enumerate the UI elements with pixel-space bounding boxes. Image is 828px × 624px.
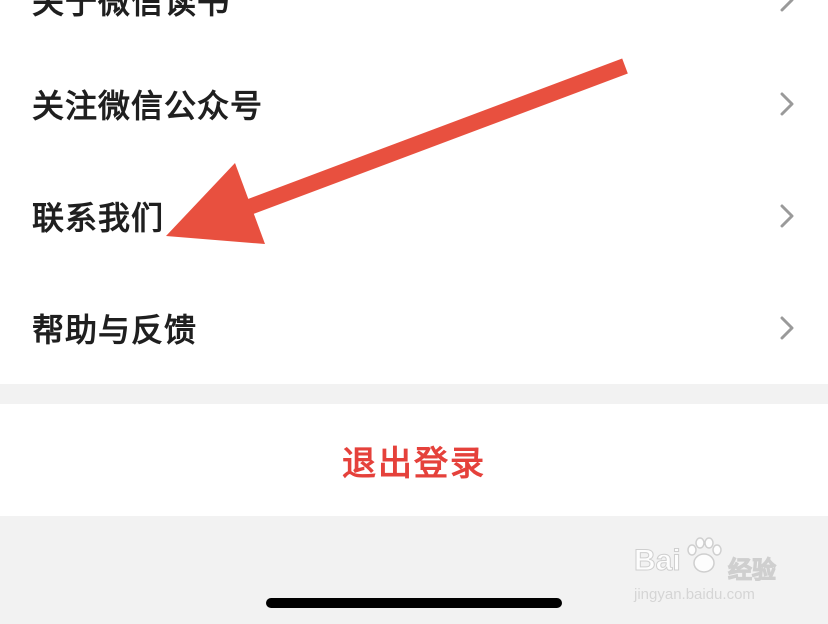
menu-item-contact-us[interactable]: 联系我们 <box>0 160 828 272</box>
chevron-right-icon <box>780 204 794 228</box>
menu-item-follow-official-account[interactable]: 关注微信公众号 <box>0 48 828 160</box>
logout-panel: 退出登录 <box>0 404 828 516</box>
menu-item-label: 联系我们 <box>32 199 165 237</box>
watermark-brand-suffix: 经验 <box>728 556 777 585</box>
chevron-right-icon <box>780 92 794 116</box>
menu-item-label: 关注微信公众号 <box>32 87 264 125</box>
watermark-brand: Bai <box>634 544 682 578</box>
watermark-domain: jingyan.baidu.com <box>634 586 755 603</box>
menu-item-label: 帮助与反馈 <box>32 311 198 349</box>
chevron-right-icon <box>780 0 794 12</box>
menu-item-label: 关于微信读书 <box>32 0 231 21</box>
logout-button[interactable]: 退出登录 <box>0 404 828 516</box>
home-indicator[interactable] <box>266 598 562 608</box>
chevron-right-icon <box>780 316 794 340</box>
menu-item-help-feedback[interactable]: 帮助与反馈 <box>0 272 828 384</box>
baidu-jingyan-watermark: Bai 经验 jingyan.baidu.com <box>632 536 802 608</box>
paw-icon <box>687 537 722 573</box>
settings-menu-list: 关于微信读书 关注微信公众号 联系我们 帮助与反馈 <box>0 0 828 384</box>
